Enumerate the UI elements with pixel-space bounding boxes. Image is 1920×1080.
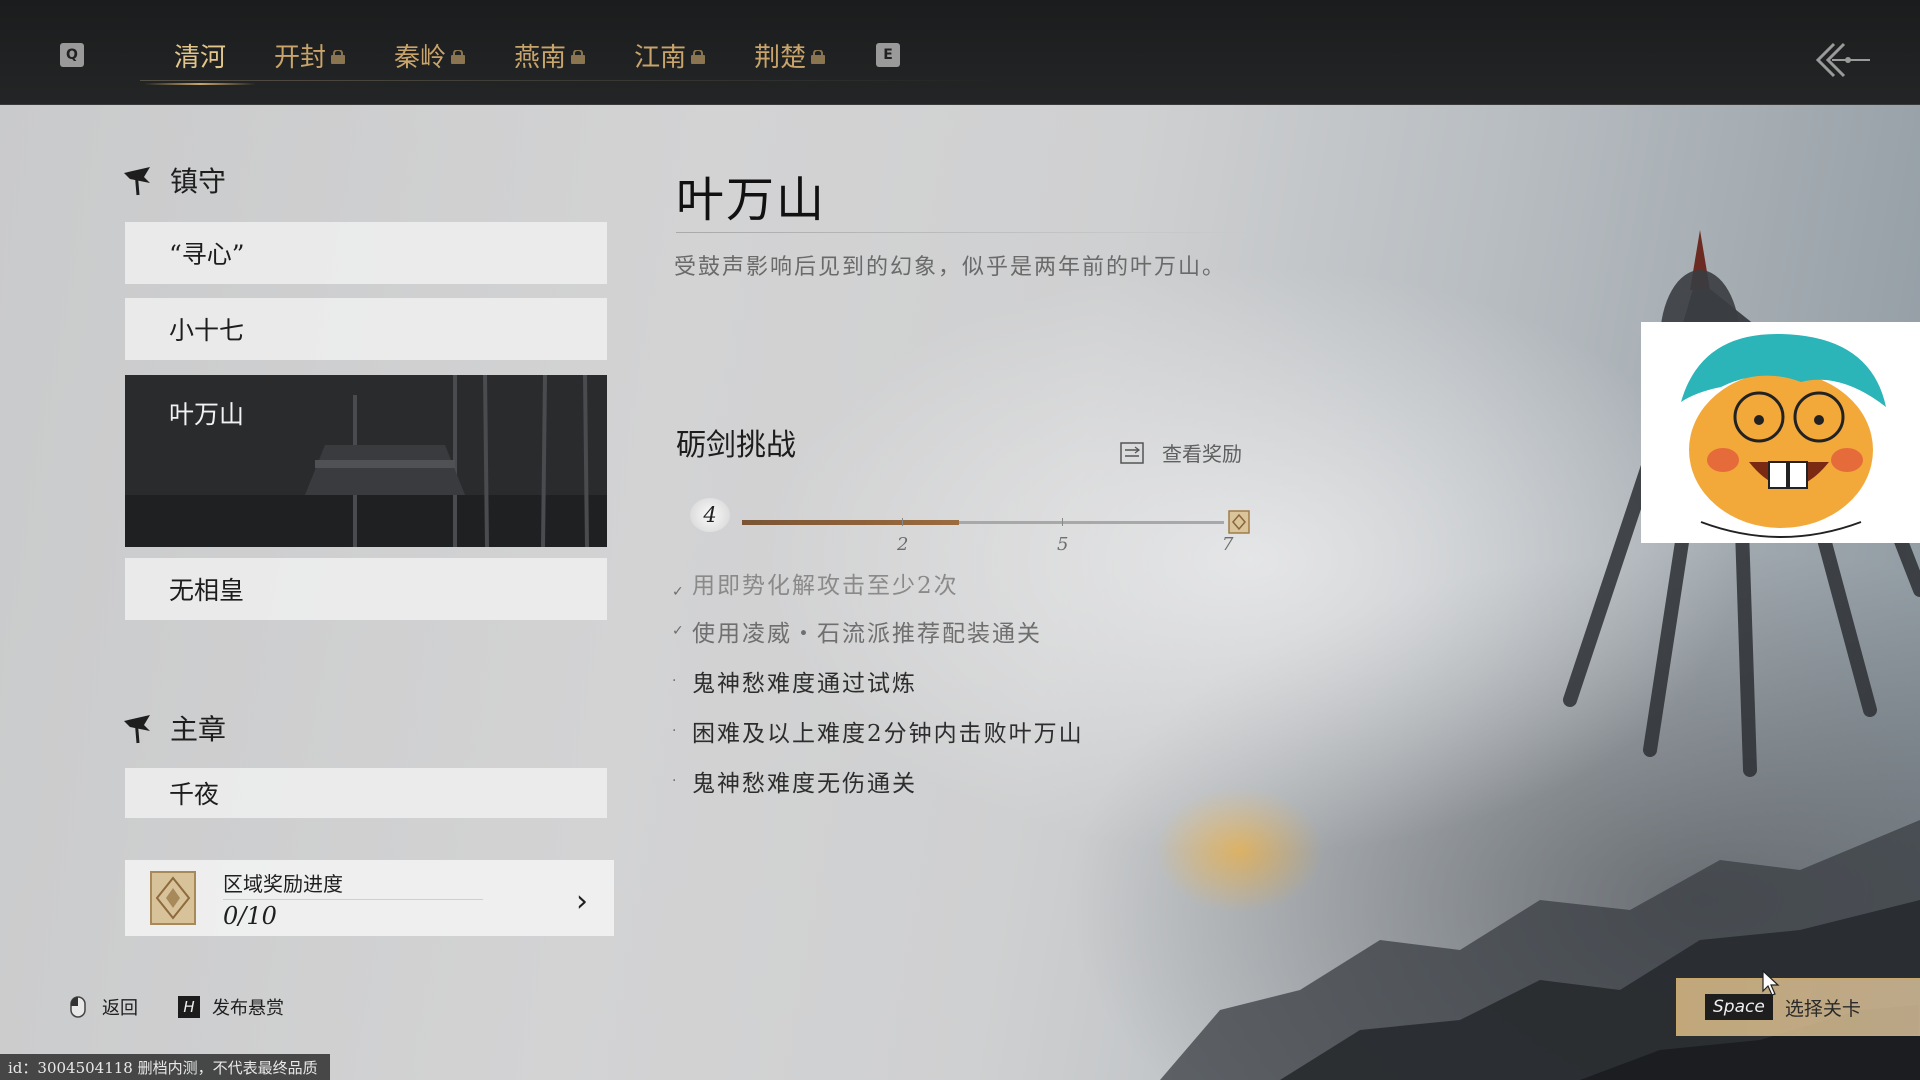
milestone-label: 7 [1222, 534, 1234, 555]
lock-icon [571, 50, 586, 64]
check-icon: ✓ [672, 584, 686, 600]
task-item: · 鬼神愁难度无伤通关 [672, 756, 1272, 806]
milestone-tick [902, 518, 903, 526]
region-tabs: Q 清河 开封 秦岭 燕南 江南 荆楚 E [60, 30, 901, 85]
tab-jiangnan[interactable]: 江南 [634, 30, 706, 80]
mouse-icon [70, 996, 86, 1018]
tab-yannan[interactable]: 燕南 [514, 30, 586, 80]
lock-icon [691, 50, 706, 64]
prev-region-key[interactable]: Q [60, 43, 84, 67]
task-text: 困难及以上难度2分钟内击败叶万山 [692, 721, 1084, 747]
challenge-progress: 4 2 5 7 [690, 498, 1256, 558]
tab-label: 秦岭 [394, 42, 447, 73]
bullet-dot: · [672, 773, 679, 789]
build-footnote: id：3004504118 删档内测，不代表最终品质 [0, 1054, 330, 1080]
section-guard-header: 镇守 [120, 160, 226, 200]
task-item: · 困难及以上难度2分钟内击败叶万山 [672, 706, 1272, 756]
level-item-label: “寻心” [169, 240, 245, 269]
tab-jingchu[interactable]: 荆楚 [754, 30, 826, 80]
mouse-cursor-icon [1762, 970, 1780, 996]
bullet-dot: · [672, 673, 679, 689]
reward-count: 0/10 [223, 902, 277, 930]
chevron-right-icon: › [576, 884, 588, 919]
challenge-title: 砺剑挑战 [676, 428, 796, 463]
tab-qinghe[interactable]: 清河 [143, 30, 257, 85]
progress-fill [742, 520, 959, 525]
tab-kaifeng[interactable]: 开封 [274, 30, 346, 80]
level-item-label: 叶万山 [169, 400, 245, 429]
top-nav-bar: Q 清河 开封 秦岭 燕南 江南 荆楚 E [0, 0, 1920, 105]
region-reward-progress[interactable]: 区域奖励进度 0/10 › [125, 860, 614, 936]
tab-label: 清河 [174, 42, 227, 73]
bounty-hint-label[interactable]: 发布悬赏 [212, 994, 284, 1020]
task-text: 使用凌威・石流派推荐配装通关 [692, 621, 1042, 647]
boss-description: 受鼓声影响后见到的幻象，似乎是两年前的叶万山。 [674, 255, 1227, 280]
boss-name: 叶万山 [676, 172, 827, 228]
task-item: · 鬼神愁难度通过试炼 [672, 656, 1272, 706]
next-region-key[interactable]: E [876, 43, 901, 67]
challenge-task-list: ✓ 用即势化解攻击至少2次 ✓ 使用凌威・石流派推荐配装通关 · 鬼神愁难度通过… [672, 570, 1272, 806]
level-item-yewanshan[interactable]: 叶万山 [125, 375, 607, 547]
milestone-label: 2 [897, 534, 909, 555]
streamer-sticker-overlay [1641, 322, 1920, 543]
lock-icon [451, 50, 466, 64]
tab-label: 开封 [274, 42, 327, 73]
list-icon [1120, 441, 1144, 464]
level-item-xiaoshiqi[interactable]: 小十七 [125, 298, 607, 360]
reward-emblem-icon [150, 871, 196, 925]
task-text: 鬼神愁难度无伤通关 [692, 771, 917, 797]
reward-label: 区域奖励进度 [223, 872, 343, 896]
view-rewards-button[interactable]: 查看奖励 [1120, 438, 1242, 467]
level-item-xunxin[interactable]: “寻心” [125, 222, 607, 284]
task-item: ✓ 用即势化解攻击至少2次 [672, 570, 1272, 600]
banner-icon [124, 167, 150, 196]
lock-icon [331, 50, 346, 64]
section-main-header: 主章 [120, 708, 226, 748]
back-hint-label[interactable]: 返回 [102, 994, 138, 1020]
banner-icon [124, 715, 150, 744]
tab-divider [140, 80, 1020, 81]
bullet-dot: · [672, 723, 679, 739]
tab-label: 荆楚 [754, 42, 807, 73]
lock-icon [811, 50, 826, 64]
tab-qinling[interactable]: 秦岭 [394, 30, 466, 80]
milestone-label: 5 [1057, 534, 1069, 555]
level-item-wuxianghuang[interactable]: 无相皇 [125, 558, 607, 620]
milestone-tick [1062, 518, 1063, 526]
task-item: ✓ 使用凌威・石流派推荐配装通关 [672, 606, 1272, 656]
cartoon-face-image [1641, 322, 1920, 543]
key-hints: 返回 H 发布悬赏 [70, 994, 284, 1020]
select-level-label: 选择关卡 [1784, 997, 1861, 1020]
bounty-key: H [178, 996, 200, 1018]
level-item-label: 千夜 [169, 780, 220, 809]
check-icon: ✓ [672, 623, 686, 639]
reward-divider [223, 899, 483, 900]
current-count: 4 [690, 498, 730, 532]
task-text: 鬼神愁难度通过试炼 [692, 671, 917, 697]
final-reward-icon[interactable] [1228, 510, 1250, 534]
title-divider [676, 232, 1256, 233]
level-item-label: 小十七 [169, 316, 245, 345]
level-item-label: 无相皇 [169, 576, 245, 605]
task-text: 用即势化解攻击至少2次 [692, 573, 959, 599]
section-title: 镇守 [170, 165, 227, 198]
select-level-button[interactable]: Space 选择关卡 [1676, 978, 1920, 1036]
tab-label: 燕南 [514, 42, 567, 73]
back-arrow-icon[interactable] [1812, 40, 1872, 80]
level-item-qianye[interactable]: 千夜 [125, 768, 607, 818]
section-title: 主章 [170, 713, 227, 746]
tab-label: 江南 [634, 42, 687, 73]
view-rewards-label: 查看奖励 [1162, 442, 1242, 466]
space-key: Space [1705, 994, 1773, 1020]
